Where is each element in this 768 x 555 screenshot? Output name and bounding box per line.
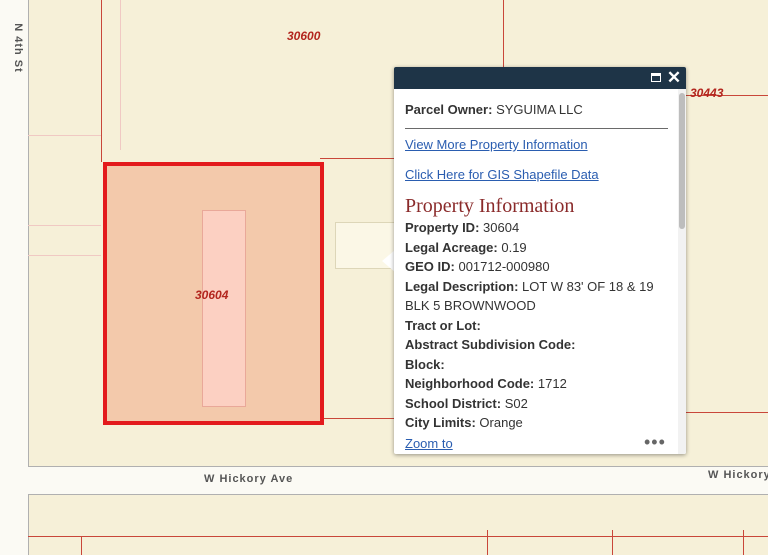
parcel-number-top: 30600 xyxy=(287,29,321,43)
field-label: Legal Acreage: xyxy=(405,239,498,255)
field-label: Tract or Lot: xyxy=(405,317,481,333)
field-value: 0.19 xyxy=(501,239,527,255)
lot-line xyxy=(28,135,101,136)
field-value: S02 xyxy=(504,395,528,411)
popup-body: Parcel Owner: SYGUIMA LLC View More Prop… xyxy=(394,89,678,454)
parcel-line xyxy=(101,0,102,162)
field-city-limits: City Limits: Orange xyxy=(405,413,678,433)
maximize-icon[interactable] xyxy=(647,69,665,87)
parcel-line xyxy=(28,466,768,467)
street-label-n-4th-st: N 4th St xyxy=(11,23,24,73)
scrollbar-thumb[interactable] xyxy=(679,93,685,229)
divider xyxy=(405,128,668,129)
street-label-w-hickory-ave: W Hickory Ave xyxy=(204,473,294,485)
field-legal-acreage: Legal Acreage: 0.19 xyxy=(405,238,678,258)
popup-header: ✕ xyxy=(394,67,686,89)
building-footprint xyxy=(202,210,246,407)
section-title: Property Information xyxy=(405,195,575,217)
parcel-line xyxy=(743,530,744,555)
parcel-line xyxy=(320,158,395,159)
field-label: GEO ID: xyxy=(405,259,455,274)
field-label: Property ID: xyxy=(405,220,480,235)
field-geo-id: GEO ID: 001712-000980 xyxy=(405,257,678,277)
field-neighborhood-code: Neighborhood Code: 1712 xyxy=(405,374,678,394)
parcel-line xyxy=(28,494,768,495)
parcel-line xyxy=(487,530,488,555)
field-label: Block: xyxy=(405,356,445,372)
field-abstract-subdivision-code: Abstract Subdivision Code: xyxy=(405,335,678,355)
lot-line xyxy=(28,255,101,256)
parcel-owner-value: SYGUIMA LLC xyxy=(496,102,583,117)
street-label-w-hickory: W Hickory xyxy=(708,469,768,481)
close-icon[interactable]: ✕ xyxy=(665,69,683,87)
field-block: Block: xyxy=(405,355,678,375)
field-tract-or-lot: Tract or Lot: xyxy=(405,316,678,336)
field-school-district: School District: S02 xyxy=(405,394,678,414)
parcel-line xyxy=(320,418,395,419)
parcel-line xyxy=(685,412,768,413)
field-label: School District: xyxy=(405,395,502,411)
more-options-icon[interactable]: ••• xyxy=(644,432,666,453)
field-label: Abstract Subdivision Code: xyxy=(405,337,576,352)
parcel-line xyxy=(612,530,613,555)
parcel-line xyxy=(503,0,504,68)
parcel-number-selected: 30604 xyxy=(195,288,229,302)
lot-line xyxy=(28,225,101,226)
view-more-property-link[interactable]: View More Property Information xyxy=(405,137,678,152)
field-label: City Limits: xyxy=(405,415,476,430)
parcel-line xyxy=(81,536,82,555)
parcel-popup: ✕ Parcel Owner: SYGUIMA LLC View More Pr… xyxy=(394,67,686,454)
field-label: Neighborhood Code: xyxy=(405,376,535,391)
gis-shapefile-link[interactable]: Click Here for GIS Shapefile Data xyxy=(405,167,678,182)
block-lower xyxy=(28,494,768,555)
field-value: 30604 xyxy=(483,220,520,235)
field-label: Legal Description: xyxy=(405,278,519,294)
parcel-line xyxy=(28,0,29,466)
field-value: 1712 xyxy=(537,376,567,391)
parcel-number-right: 30443 xyxy=(690,86,724,100)
parcel-owner: Parcel Owner: SYGUIMA LLC xyxy=(405,102,678,117)
parcel-line xyxy=(28,536,768,537)
popup-scrollbar[interactable] xyxy=(678,89,686,454)
field-value: 001712-000980 xyxy=(458,259,550,274)
parcel-owner-label: Parcel Owner: xyxy=(405,102,493,117)
lot-line xyxy=(120,0,121,150)
parcel-line xyxy=(28,494,29,555)
zoom-to-link[interactable]: Zoom to xyxy=(405,436,453,451)
field-property-id: Property ID: 30604 xyxy=(405,218,678,238)
field-value: Orange xyxy=(479,415,523,430)
road-w-hickory-ave xyxy=(0,466,768,494)
field-legal-description: Legal Description: LOT W 83' OF 18 & 19 … xyxy=(405,277,678,316)
